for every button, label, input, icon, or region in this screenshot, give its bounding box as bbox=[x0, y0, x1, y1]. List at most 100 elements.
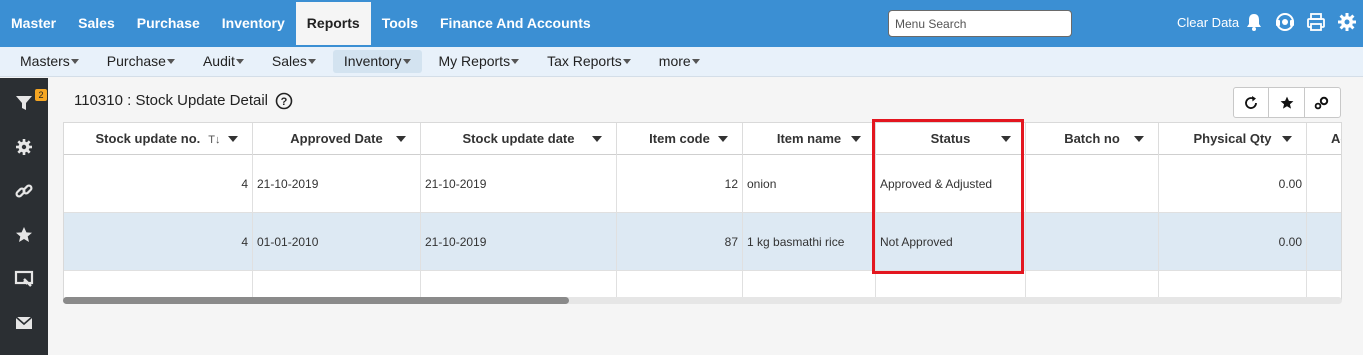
svg-text:?: ? bbox=[281, 96, 288, 108]
cell-item-code: 12 bbox=[617, 155, 743, 213]
menu-reports[interactable]: Reports bbox=[295, 2, 371, 45]
screen-icon[interactable] bbox=[14, 269, 34, 289]
submenu-sales[interactable]: Sales bbox=[261, 50, 327, 73]
cell-stock-update-no: 4 bbox=[64, 155, 253, 213]
menu-finance-and-accounts[interactable]: Finance And Accounts bbox=[429, 2, 602, 45]
caret-down-icon bbox=[402, 59, 411, 64]
empty-cell bbox=[1026, 271, 1159, 299]
grid-header: Stock update no. T↓ Approved Date Stock u… bbox=[64, 123, 1341, 155]
mail-icon[interactable] bbox=[14, 313, 34, 333]
empty-cell bbox=[1159, 271, 1307, 299]
column-menu-icon[interactable] bbox=[718, 136, 728, 142]
gear-icon[interactable] bbox=[1336, 11, 1358, 33]
col-header-label: Batch no bbox=[1064, 131, 1120, 146]
submenu-label: Purchase bbox=[106, 53, 166, 69]
cell-approved-date: 21-10-2019 bbox=[253, 155, 421, 213]
cell-item-name: 1 kg basmathi rice bbox=[743, 213, 876, 271]
col-header-label: Item code bbox=[649, 131, 710, 146]
left-toolbar bbox=[0, 78, 48, 355]
top-navbar: Master Sales Purchase Inventory Reports … bbox=[0, 0, 1363, 47]
cell-act bbox=[1307, 155, 1341, 213]
report-settings-button[interactable] bbox=[1305, 88, 1340, 117]
menu-search-input[interactable] bbox=[888, 10, 1072, 37]
menu-inventory[interactable]: Inventory bbox=[211, 2, 296, 45]
submenu-inventory[interactable]: Inventory bbox=[332, 50, 422, 73]
table-row[interactable]: 4 01-01-2010 21-10-2019 87 1 kg basmathi… bbox=[64, 213, 1341, 271]
column-menu-icon[interactable] bbox=[1282, 136, 1292, 142]
empty-cell bbox=[617, 271, 743, 299]
col-header-act[interactable]: Act bbox=[1307, 123, 1341, 155]
submenu-label: Inventory bbox=[343, 53, 402, 69]
report-toolbar bbox=[1233, 87, 1341, 118]
star-icon bbox=[1280, 96, 1293, 109]
sort-icon[interactable]: T↓ bbox=[208, 134, 220, 146]
empty-cell bbox=[64, 271, 253, 299]
submenu-label: Audit bbox=[202, 53, 235, 69]
submenu-my-reports[interactable]: My Reports bbox=[428, 50, 531, 73]
column-menu-icon[interactable] bbox=[396, 136, 406, 142]
filter-icon[interactable] bbox=[14, 93, 34, 113]
column-menu-icon[interactable] bbox=[228, 136, 238, 142]
settings-icon[interactable] bbox=[14, 137, 34, 157]
menu-tools[interactable]: Tools bbox=[371, 2, 429, 45]
link-icon[interactable] bbox=[14, 181, 34, 201]
scrollbar-thumb[interactable] bbox=[63, 297, 569, 304]
menu-purchase[interactable]: Purchase bbox=[126, 2, 211, 45]
column-menu-icon[interactable] bbox=[592, 136, 602, 142]
support-icon[interactable] bbox=[1274, 11, 1296, 33]
cell-act bbox=[1307, 213, 1341, 271]
column-menu-icon[interactable] bbox=[851, 136, 861, 142]
empty-cell bbox=[421, 271, 617, 299]
col-header-physical-qty[interactable]: Physical Qty bbox=[1159, 123, 1307, 155]
sub-navbar: Masters Purchase Audit Sales Inventory M… bbox=[0, 47, 1363, 77]
submenu-purchase[interactable]: Purchase bbox=[96, 50, 186, 73]
menu-sales[interactable]: Sales bbox=[67, 2, 126, 45]
star-icon[interactable] bbox=[14, 225, 34, 245]
page-title: 110310 : Stock Update Detail bbox=[74, 92, 269, 109]
empty-cell bbox=[253, 271, 421, 299]
submenu-audit[interactable]: Audit bbox=[192, 50, 255, 73]
column-menu-icon[interactable] bbox=[1001, 136, 1011, 142]
cell-batch-no bbox=[1026, 155, 1159, 213]
favorite-button[interactable] bbox=[1269, 88, 1305, 117]
horizontal-scrollbar[interactable] bbox=[63, 297, 1342, 304]
print-icon[interactable] bbox=[1305, 11, 1327, 33]
col-header-batch-no[interactable]: Batch no bbox=[1026, 123, 1159, 155]
caret-down-icon bbox=[691, 59, 700, 64]
menu-master[interactable]: Master bbox=[0, 2, 67, 45]
submenu-masters[interactable]: Masters bbox=[9, 50, 90, 73]
submenu-label: My Reports bbox=[438, 53, 511, 69]
refresh-button[interactable] bbox=[1234, 88, 1270, 117]
submenu-label: Sales bbox=[271, 53, 307, 69]
col-header-item-name[interactable]: Item name bbox=[743, 123, 876, 155]
col-header-item-code[interactable]: Item code bbox=[617, 123, 743, 155]
table-row[interactable]: 4 21-10-2019 21-10-2019 12 onion Approve… bbox=[64, 155, 1341, 213]
cell-approved-date: 01-01-2010 bbox=[253, 213, 421, 271]
cell-stock-update-no: 4 bbox=[64, 213, 253, 271]
col-header-stock-update-no[interactable]: Stock update no. T↓ bbox=[64, 123, 253, 155]
cell-status: Not Approved bbox=[876, 213, 1026, 271]
cell-batch-no bbox=[1026, 213, 1159, 271]
clear-data-link[interactable]: Clear Data bbox=[1177, 15, 1239, 30]
bell-icon[interactable] bbox=[1243, 11, 1265, 33]
col-header-stock-update-date[interactable]: Stock update date bbox=[421, 123, 617, 155]
cell-physical-qty: 0.00 bbox=[1159, 213, 1307, 271]
submenu-label: Tax Reports bbox=[547, 53, 622, 69]
submenu-label: more bbox=[658, 53, 691, 69]
submenu-label: Masters bbox=[20, 53, 70, 69]
empty-row bbox=[64, 271, 1341, 299]
col-header-label: Item name bbox=[776, 131, 842, 146]
col-header-label: Physical Qty bbox=[1193, 131, 1272, 146]
submenu-more[interactable]: more bbox=[648, 50, 711, 73]
cogs-icon bbox=[1315, 96, 1329, 109]
col-header-label: Stock update no. bbox=[95, 131, 201, 146]
help-icon[interactable]: ? bbox=[275, 92, 293, 110]
col-header-approved-date[interactable]: Approved Date bbox=[253, 123, 421, 155]
caret-down-icon bbox=[70, 59, 79, 64]
empty-cell bbox=[876, 271, 1026, 299]
report-menu: Masters Purchase Audit Sales Inventory M… bbox=[9, 50, 717, 74]
caret-down-icon bbox=[235, 59, 244, 64]
column-menu-icon[interactable] bbox=[1134, 136, 1144, 142]
col-header-status[interactable]: Status bbox=[876, 123, 1026, 155]
submenu-tax-reports[interactable]: Tax Reports bbox=[536, 50, 642, 73]
